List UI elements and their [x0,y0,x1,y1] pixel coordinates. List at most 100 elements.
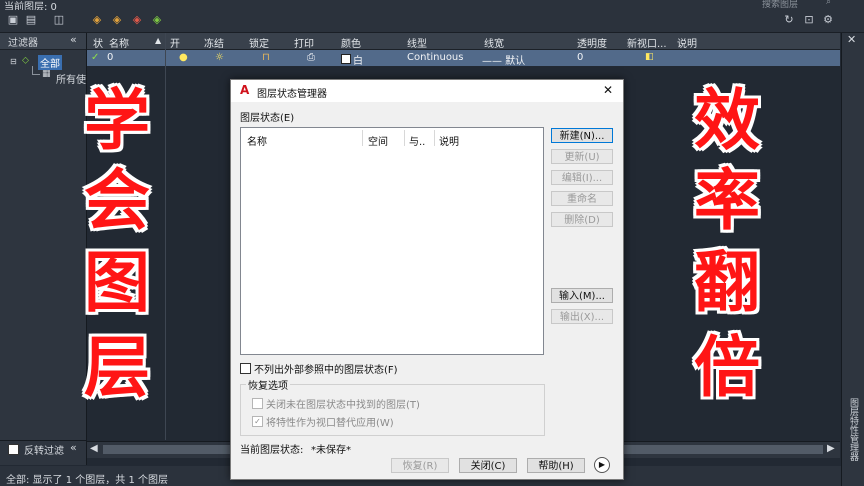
settings-layer-icon[interactable]: ⊡ [802,13,816,27]
layer-transparency-cell[interactable]: 0 [577,52,583,63]
dialog-title: 图层状态管理器 [257,89,327,100]
list-col-divider [434,130,435,146]
overlay-char: 学 [84,82,150,159]
dialog-title-bar[interactable]: A 图层状态管理器 ✕ [231,80,623,102]
gear-icon[interactable]: ⚙ [821,13,835,27]
layer-states-manager-icon[interactable]: ◫ [52,13,66,27]
color-swatch-icon[interactable] [341,54,351,64]
col-color[interactable]: 颜色 [341,35,361,50]
delete-layer-icon[interactable]: ◈ [130,13,144,27]
update-state-button[interactable]: 更新(U) [551,149,613,164]
column-divider [165,33,166,440]
search-input[interactable]: 搜索图层 [762,0,798,10]
restore-options-title: 恢复选项 [246,377,290,392]
tree-collapse-icon[interactable]: ⊟ [10,57,17,66]
layer-name-cell[interactable]: 0 [107,52,113,63]
new-layer-icon[interactable]: ◈ [90,13,104,27]
overlay-char: 层 [84,329,150,406]
layer-toolbar: ▣ ▤ ◫ ◈ ◈ ◈ ◈ ↻ ⊡ ⚙ [0,10,864,33]
table-row[interactable]: ✓ 0 ● ☼ ⊓ ⎙ 白 Continuous —— 默认 0 ◧ [87,50,840,67]
layer-color-cell[interactable]: 白 [353,52,363,67]
import-state-button[interactable]: 输入(M)... [551,288,613,303]
collapse-reverse-button[interactable]: « [70,441,77,454]
overlay-char: 图 [84,244,150,321]
list-col-divider [362,130,363,146]
col-linetype[interactable]: 线型 [407,35,427,50]
list-col-description[interactable]: 说明 [439,133,459,148]
overlay-char: 倍 [694,329,760,406]
col-lock[interactable]: 锁定 [249,35,269,50]
reverse-filter-checkbox[interactable] [8,444,19,455]
layer-linetype-cell[interactable]: Continuous [407,52,463,63]
reverse-filter-row: 反转过滤 « [0,440,86,457]
close-button[interactable]: 关闭(C) [459,458,517,473]
layer-states-label: 图层状态(E) [240,113,295,124]
col-status[interactable]: 状 [93,35,103,50]
filter-title: 过滤器 [8,38,38,49]
new-state-button[interactable]: 新建(N)... [551,128,613,143]
list-col-divider [404,130,405,146]
vp-freeze-icon[interactable]: ◧ [645,52,654,62]
status-text: 全部: 显示了 1 个图层，共 1 个图层 [6,475,168,486]
filter-item-all[interactable]: 全部 [38,55,62,70]
rename-state-button[interactable]: 重命名 [551,191,613,206]
col-name[interactable]: 名称 [109,35,129,50]
col-transparency[interactable]: 透明度 [577,35,607,50]
layer-states-list[interactable]: 名称 空间 与.. 说明 [240,127,544,355]
expand-dialog-icon[interactable]: ▶ [594,457,610,473]
current-layer-check-icon: ✓ [91,52,100,63]
filter-tree: ⊟ ⬦ 全部 ▦ 所有使 [10,55,86,95]
reverse-filter-label: 反转过滤 [24,446,64,457]
layer-grid-header: 状 名称 ▲ 开 冻结 锁定 打印 颜色 线型 线宽 透明度 新视口... 说明 [87,33,840,50]
filter-panel [0,33,87,465]
tree-line [32,74,40,75]
filter-all-icon: ⬦ [22,55,29,66]
printer-icon[interactable]: ⎙ [307,52,315,63]
delete-state-button[interactable]: 删除(D) [551,212,613,227]
current-state-label: 当前图层状态: [240,445,304,456]
title-strip: 当前图层: 0 搜索图层 ⌕ [0,0,864,13]
col-plot[interactable]: 打印 [294,35,314,50]
list-col-name[interactable]: 名称 [247,133,267,148]
apply-vp-override-label: 将特性作为视口替代应用(W) [266,418,394,429]
search-icon[interactable]: ⌕ [826,0,831,7]
overlay-char: 率 [694,162,760,239]
autocad-logo-icon: A [240,83,250,97]
edit-state-button[interactable]: 编辑(I)... [551,170,613,185]
scroll-right-icon[interactable]: ▶ [827,443,835,454]
restore-button[interactable]: 恢复(R) [391,458,449,473]
col-lineweight[interactable]: 线宽 [484,35,504,50]
col-freeze[interactable]: 冻结 [204,35,224,50]
set-current-icon[interactable]: ◈ [150,13,164,27]
scroll-left-icon[interactable]: ◀ [90,443,98,454]
sun-icon[interactable]: ☼ [215,52,224,63]
new-property-filter-icon[interactable]: ▣ [6,13,20,27]
list-col-same[interactable]: 与.. [409,133,425,148]
filter-panel-header: 过滤器 « [0,33,86,50]
col-description[interactable]: 说明 [677,35,697,50]
close-icon[interactable]: ✕ [603,83,613,97]
layer-states-dialog: A 图层状态管理器 ✕ 图层状态(E) 名称 空间 与.. 说明 新建(N)..… [230,79,624,480]
help-button[interactable]: 帮助(H) [527,458,585,473]
new-group-filter-icon[interactable]: ▤ [24,13,38,27]
overlay-char: 会 [84,162,150,239]
collapse-filter-button[interactable]: « [70,33,77,46]
layer-lineweight-cell[interactable]: —— 默认 [482,52,525,67]
refresh-icon[interactable]: ↻ [782,13,796,27]
col-new-vp-freeze[interactable]: 新视口... [627,35,667,50]
new-layer-vp-frozen-icon[interactable]: ◈ [110,13,124,27]
sort-up-icon: ▲ [155,36,162,45]
unlock-icon[interactable]: ⊓ [262,52,270,63]
exclude-xref-checkbox[interactable] [240,363,251,374]
export-state-button[interactable]: 输出(X)... [551,309,613,324]
list-col-space[interactable]: 空间 [368,133,388,148]
overlay-char: 效 [694,82,760,159]
exclude-xref-label: 不列出外部参照中的图层状态(F) [254,365,398,376]
filter-item-used[interactable]: 所有使 [56,71,86,86]
close-palette-icon[interactable]: ✕ [847,33,856,46]
bulb-icon[interactable]: ● [179,52,188,63]
apply-vp-override-checkbox[interactable]: ✓ [252,416,263,427]
col-on[interactable]: 开 [170,35,180,50]
overlay-char: 翻 [694,244,760,321]
turn-off-layers-checkbox[interactable] [252,398,263,409]
